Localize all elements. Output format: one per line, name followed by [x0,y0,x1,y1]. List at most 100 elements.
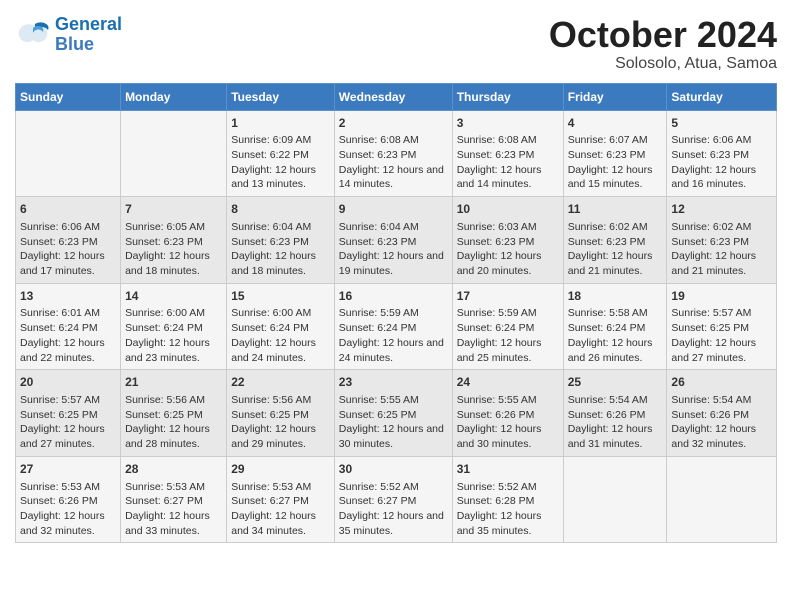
cell-text: Sunrise: 6:00 AM [231,306,330,321]
calendar-cell: 14Sunrise: 6:00 AMSunset: 6:24 PMDayligh… [121,283,227,370]
cell-text: Sunrise: 5:57 AM [671,306,772,321]
cell-text: Daylight: 12 hours and 25 minutes. [457,336,559,365]
day-number: 2 [339,115,448,132]
day-number: 8 [231,201,330,218]
cell-text: Sunrise: 6:04 AM [231,220,330,235]
calendar-cell: 20Sunrise: 5:57 AMSunset: 6:25 PMDayligh… [16,370,121,457]
cell-text: Sunrise: 6:02 AM [568,220,663,235]
calendar-cell: 5Sunrise: 6:06 AMSunset: 6:23 PMDaylight… [667,110,777,197]
calendar-cell [16,110,121,197]
cell-text: Sunset: 6:23 PM [568,235,663,250]
calendar-cell: 22Sunrise: 5:56 AMSunset: 6:25 PMDayligh… [227,370,335,457]
calendar-cell: 30Sunrise: 5:52 AMSunset: 6:27 PMDayligh… [334,456,452,543]
calendar-cell: 6Sunrise: 6:06 AMSunset: 6:23 PMDaylight… [16,197,121,284]
day-number: 26 [671,374,772,391]
cell-text: Sunset: 6:24 PM [568,321,663,336]
page-header: General Blue October 2024 Solosolo, Atua… [15,15,777,73]
calendar-cell: 23Sunrise: 5:55 AMSunset: 6:25 PMDayligh… [334,370,452,457]
cell-text: Sunset: 6:23 PM [671,235,772,250]
cell-text: Sunset: 6:23 PM [231,235,330,250]
calendar-cell: 27Sunrise: 5:53 AMSunset: 6:26 PMDayligh… [16,456,121,543]
cell-text: Daylight: 12 hours and 21 minutes. [568,249,663,278]
calendar-cell: 12Sunrise: 6:02 AMSunset: 6:23 PMDayligh… [667,197,777,284]
calendar-cell [667,456,777,543]
cell-text: Sunset: 6:23 PM [457,148,559,163]
day-number: 18 [568,288,663,305]
day-number: 28 [125,461,222,478]
cell-text: Sunrise: 5:55 AM [339,393,448,408]
day-number: 16 [339,288,448,305]
cell-text: Daylight: 12 hours and 21 minutes. [671,249,772,278]
cell-text: Daylight: 12 hours and 15 minutes. [568,163,663,192]
day-number: 31 [457,461,559,478]
cell-text: Sunrise: 5:58 AM [568,306,663,321]
calendar-header: SundayMondayTuesdayWednesdayThursdayFrid… [16,83,777,110]
day-number: 21 [125,374,222,391]
cell-text: Sunset: 6:26 PM [457,408,559,423]
cell-text: Daylight: 12 hours and 30 minutes. [339,422,448,451]
cell-text: Daylight: 12 hours and 18 minutes. [125,249,222,278]
cell-text: Sunset: 6:24 PM [20,321,116,336]
weekday-header-saturday: Saturday [667,83,777,110]
calendar-week-row: 20Sunrise: 5:57 AMSunset: 6:25 PMDayligh… [16,370,777,457]
cell-text: Sunrise: 5:53 AM [125,480,222,495]
cell-text: Sunrise: 6:01 AM [20,306,116,321]
cell-text: Daylight: 12 hours and 23 minutes. [125,336,222,365]
cell-text: Sunset: 6:23 PM [339,148,448,163]
cell-text: Sunrise: 5:55 AM [457,393,559,408]
cell-text: Sunset: 6:27 PM [231,494,330,509]
cell-text: Sunrise: 6:03 AM [457,220,559,235]
day-number: 12 [671,201,772,218]
cell-text: Daylight: 12 hours and 28 minutes. [125,422,222,451]
cell-text: Daylight: 12 hours and 14 minutes. [457,163,559,192]
day-number: 7 [125,201,222,218]
day-number: 3 [457,115,559,132]
cell-text: Sunrise: 5:59 AM [339,306,448,321]
calendar-cell: 10Sunrise: 6:03 AMSunset: 6:23 PMDayligh… [452,197,563,284]
day-number: 30 [339,461,448,478]
calendar-cell [563,456,667,543]
cell-text: Daylight: 12 hours and 30 minutes. [457,422,559,451]
calendar-week-row: 27Sunrise: 5:53 AMSunset: 6:26 PMDayligh… [16,456,777,543]
cell-text: Sunset: 6:25 PM [20,408,116,423]
calendar-cell: 4Sunrise: 6:07 AMSunset: 6:23 PMDaylight… [563,110,667,197]
cell-text: Daylight: 12 hours and 24 minutes. [339,336,448,365]
weekday-header-tuesday: Tuesday [227,83,335,110]
calendar-cell: 26Sunrise: 5:54 AMSunset: 6:26 PMDayligh… [667,370,777,457]
day-number: 5 [671,115,772,132]
cell-text: Daylight: 12 hours and 27 minutes. [671,336,772,365]
cell-text: Sunrise: 5:53 AM [231,480,330,495]
weekday-header-friday: Friday [563,83,667,110]
cell-text: Sunrise: 6:06 AM [671,133,772,148]
cell-text: Sunrise: 5:54 AM [671,393,772,408]
cell-text: Sunset: 6:23 PM [339,235,448,250]
cell-text: Sunrise: 6:06 AM [20,220,116,235]
day-number: 27 [20,461,116,478]
cell-text: Sunrise: 5:56 AM [231,393,330,408]
day-number: 13 [20,288,116,305]
day-number: 24 [457,374,559,391]
calendar-cell: 3Sunrise: 6:08 AMSunset: 6:23 PMDaylight… [452,110,563,197]
day-number: 20 [20,374,116,391]
calendar-cell: 11Sunrise: 6:02 AMSunset: 6:23 PMDayligh… [563,197,667,284]
calendar-cell: 21Sunrise: 5:56 AMSunset: 6:25 PMDayligh… [121,370,227,457]
day-number: 4 [568,115,663,132]
cell-text: Daylight: 12 hours and 35 minutes. [339,509,448,538]
day-number: 19 [671,288,772,305]
cell-text: Sunrise: 5:54 AM [568,393,663,408]
day-number: 14 [125,288,222,305]
day-number: 10 [457,201,559,218]
cell-text: Sunset: 6:24 PM [125,321,222,336]
cell-text: Daylight: 12 hours and 32 minutes. [671,422,772,451]
cell-text: Sunrise: 6:08 AM [457,133,559,148]
cell-text: Daylight: 12 hours and 27 minutes. [20,422,116,451]
cell-text: Daylight: 12 hours and 31 minutes. [568,422,663,451]
day-number: 25 [568,374,663,391]
logo: General Blue [15,15,122,55]
day-number: 6 [20,201,116,218]
cell-text: Sunrise: 5:52 AM [457,480,559,495]
calendar-cell: 16Sunrise: 5:59 AMSunset: 6:24 PMDayligh… [334,283,452,370]
day-number: 17 [457,288,559,305]
cell-text: Daylight: 12 hours and 19 minutes. [339,249,448,278]
cell-text: Sunset: 6:27 PM [125,494,222,509]
